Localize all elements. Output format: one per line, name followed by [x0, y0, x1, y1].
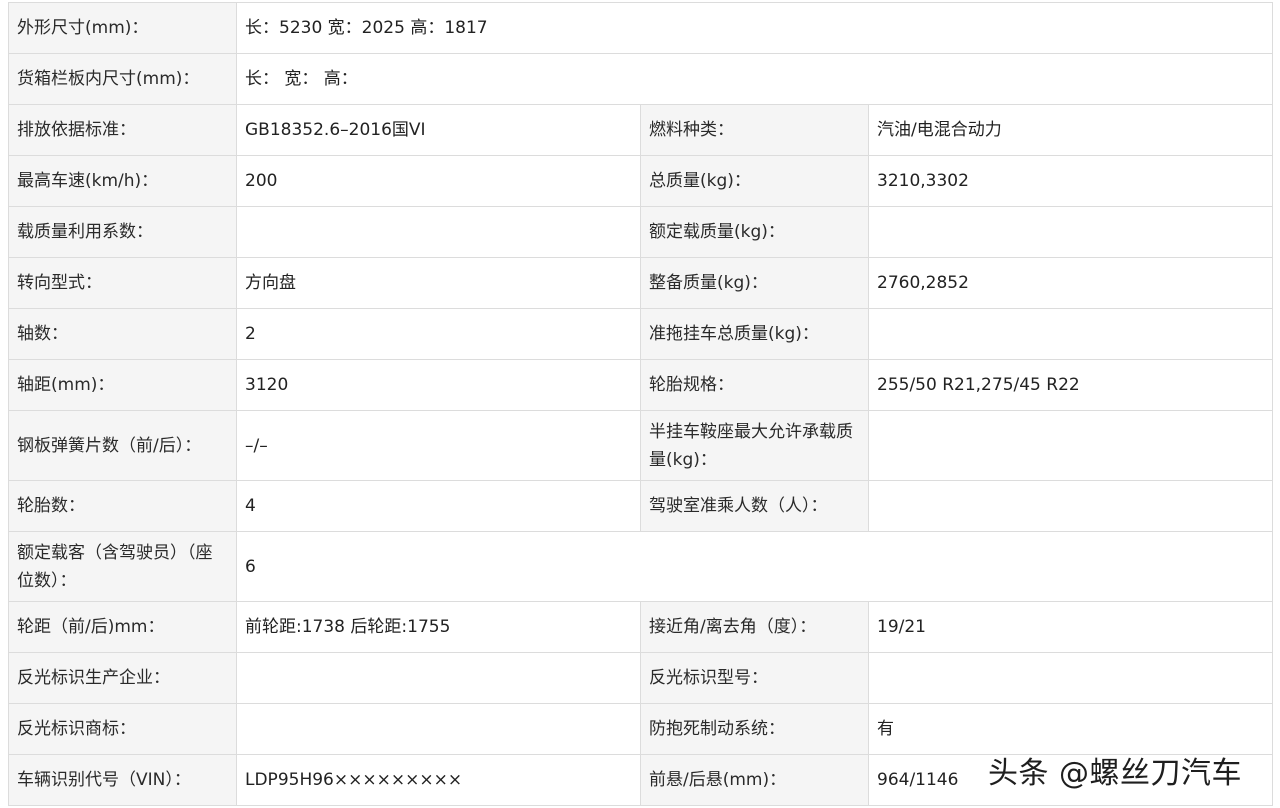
table-row: 排放依据标准： GB18352.6–2016国VI 燃料种类： 汽油/电混合动力 — [8, 104, 1274, 156]
field-value: 方向盘 — [236, 257, 641, 309]
vehicle-spec-table: 外形尺寸(mm)： 长：5230 宽：2025 高：1817 货箱栏板内尺寸(m… — [8, 2, 1274, 806]
field-value: 前轮距:1738 后轮距:1755 — [236, 601, 641, 653]
field-value: 长：5230 宽：2025 高：1817 — [235, 2, 1274, 54]
field-label: 货箱栏板内尺寸(mm)： — [8, 53, 237, 105]
field-value — [867, 308, 1274, 360]
field-value — [867, 410, 1274, 481]
field-label: 轮距（前/后)mm： — [8, 601, 237, 653]
field-value: LDP95H96××××××××× — [236, 754, 641, 806]
field-value: GB18352.6–2016国VI — [236, 104, 641, 156]
field-value — [867, 206, 1274, 258]
field-label: 额定载客（含驾驶员）（座位数）： — [8, 531, 237, 602]
field-label: 接近角/离去角（度）： — [640, 601, 869, 653]
field-label: 总质量(kg)： — [640, 155, 869, 207]
field-value: –/– — [236, 410, 641, 481]
field-value — [867, 480, 1274, 532]
field-label: 钢板弹簧片数（前/后）： — [8, 410, 237, 481]
field-value: 2 — [236, 308, 641, 360]
field-value: 4 — [236, 480, 641, 532]
field-label: 最高车速(km/h)： — [8, 155, 237, 207]
table-row-dimensions: 外形尺寸(mm)： 长：5230 宽：2025 高：1817 — [8, 2, 1274, 54]
table-row: 轮胎数： 4 驾驶室准乘人数（人）： — [8, 480, 1274, 532]
table-row: 载质量利用系数： 额定载质量(kg)： — [8, 206, 1274, 258]
table-row: 反光标识生产企业： 反光标识型号： — [8, 652, 1274, 704]
table-row: 轴数： 2 准拖挂车总质量(kg)： — [8, 308, 1274, 360]
field-label: 前悬/后悬(mm)： — [640, 754, 869, 806]
table-row: 反光标识商标： 防抱死制动系统： 有 — [8, 703, 1274, 755]
field-value — [236, 652, 641, 704]
field-value: 200 — [236, 155, 641, 207]
field-value: 3120 — [236, 359, 641, 411]
field-label: 轴距(mm)： — [8, 359, 237, 411]
table-row: 轮距（前/后)mm： 前轮距:1738 后轮距:1755 接近角/离去角（度）：… — [8, 601, 1274, 653]
field-value: 255/50 R21,275/45 R22 — [867, 359, 1274, 411]
spec-sheet: 外形尺寸(mm)： 长：5230 宽：2025 高：1817 货箱栏板内尺寸(m… — [8, 2, 1274, 806]
table-row: 转向型式： 方向盘 整备质量(kg)： 2760,2852 — [8, 257, 1274, 309]
table-row-seating: 额定载客（含驾驶员）（座位数）： 6 — [8, 531, 1274, 602]
field-value — [867, 652, 1274, 704]
watermark-text: 头条 @螺丝刀汽车 — [988, 756, 1243, 791]
field-label: 额定载质量(kg)： — [640, 206, 869, 258]
table-row-cargo-box: 货箱栏板内尺寸(mm)： 长： 宽： 高： — [8, 53, 1274, 105]
field-value — [236, 703, 641, 755]
field-value: 6 — [235, 531, 1274, 602]
field-label: 准拖挂车总质量(kg)： — [640, 308, 869, 360]
field-label: 驾驶室准乘人数（人）： — [640, 480, 869, 532]
field-label: 反光标识生产企业： — [8, 652, 237, 704]
table-row: 最高车速(km/h)： 200 总质量(kg)： 3210,3302 — [8, 155, 1274, 207]
field-label: 外形尺寸(mm)： — [8, 2, 237, 54]
field-label: 排放依据标准： — [8, 104, 237, 156]
field-label: 轮胎规格： — [640, 359, 869, 411]
field-value: 3210,3302 — [867, 155, 1274, 207]
table-row: 钢板弹簧片数（前/后）： –/– 半挂车鞍座最大允许承载质量(kg)： — [8, 410, 1274, 481]
field-label: 转向型式： — [8, 257, 237, 309]
field-label: 车辆识别代号（VIN）： — [8, 754, 237, 806]
field-label: 轴数： — [8, 308, 237, 360]
field-value: 汽油/电混合动力 — [867, 104, 1274, 156]
field-value: 有 — [867, 703, 1274, 755]
field-label: 燃料种类： — [640, 104, 869, 156]
table-row: 轴距(mm)： 3120 轮胎规格： 255/50 R21,275/45 R22 — [8, 359, 1274, 411]
field-value: 长： 宽： 高： — [235, 53, 1274, 105]
field-value: 2760,2852 — [867, 257, 1274, 309]
field-label: 轮胎数： — [8, 480, 237, 532]
field-value — [236, 206, 641, 258]
field-value: 19/21 — [867, 601, 1274, 653]
field-label: 半挂车鞍座最大允许承载质量(kg)： — [640, 410, 869, 481]
field-label: 防抱死制动系统： — [640, 703, 869, 755]
field-label: 整备质量(kg)： — [640, 257, 869, 309]
field-label: 反光标识型号： — [640, 652, 869, 704]
field-label: 载质量利用系数： — [8, 206, 237, 258]
field-label: 反光标识商标： — [8, 703, 237, 755]
